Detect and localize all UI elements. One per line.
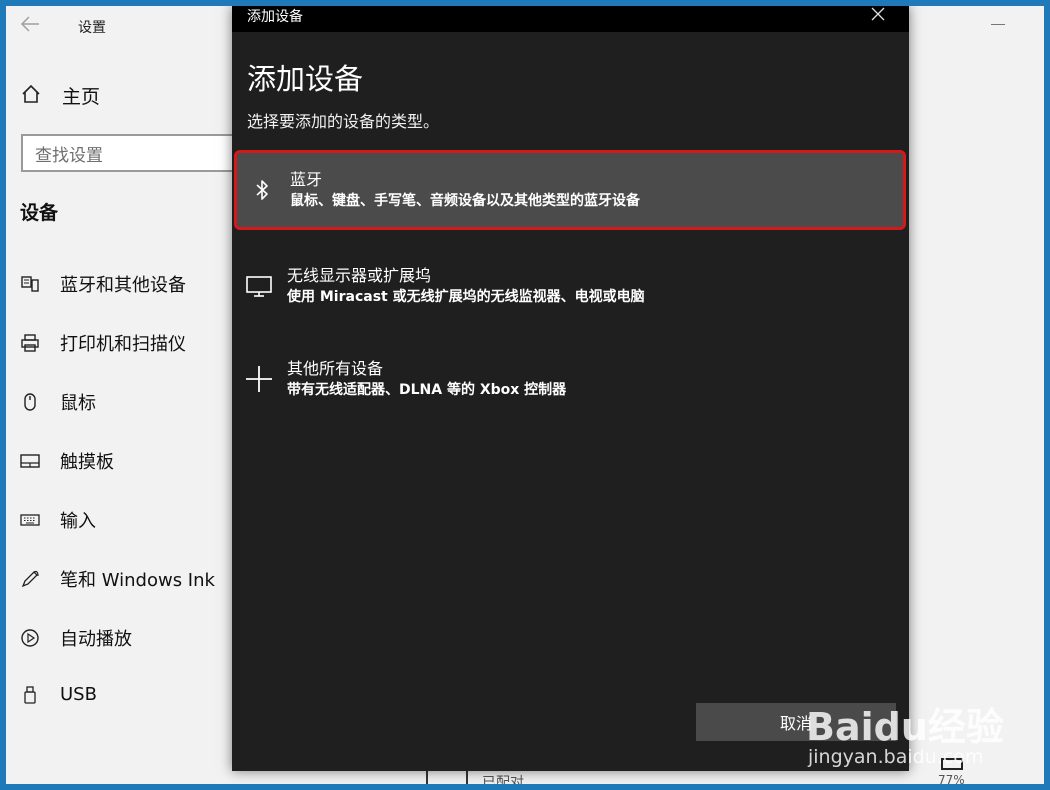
sidebar-item-label: 输入 — [60, 511, 96, 532]
app-title: 设置 — [78, 20, 106, 36]
plus-icon — [234, 365, 284, 393]
bluetooth-icon — [237, 176, 287, 204]
sidebar-item-label: 蓝牙和其他设备 — [60, 275, 186, 296]
sidebar-item-label: 自动播放 — [60, 629, 132, 650]
bluetooth-devices-icon — [20, 274, 40, 294]
printer-icon — [20, 333, 40, 353]
search-input[interactable]: 查找设置 — [21, 134, 251, 172]
sidebar-item-printers[interactable]: 打印机和扫描仪 — [20, 330, 186, 356]
option-title: 无线显示器或扩展坞 — [287, 266, 432, 285]
back-button[interactable] — [20, 16, 44, 36]
dialog-heading: 添加设备 — [247, 62, 364, 96]
sidebar-item-label: 鼠标 — [60, 393, 96, 414]
sidebar-item-autoplay[interactable]: 自动播放 — [20, 625, 132, 651]
option-description: 使用 Miracast 或无线扩展坞的无线监视器、电视或电脑 — [287, 289, 645, 305]
watermark-url: jingyan.baidu.com — [808, 746, 984, 768]
keyboard-icon — [20, 510, 40, 530]
home-icon — [20, 83, 42, 109]
back-arrow-icon — [20, 16, 39, 32]
baidu-watermark: Baidu经验 jingyan.baidu.com — [806, 682, 1006, 777]
sidebar-item-label: 笔和 Windows Ink — [60, 570, 215, 591]
sidebar-item-usb[interactable]: USB — [20, 684, 97, 705]
watermark-logo: Baidu经验 — [806, 705, 1004, 749]
device-status: 已配对 — [482, 775, 524, 784]
close-icon — [871, 7, 885, 21]
touchpad-icon — [20, 451, 40, 471]
home-label: 主页 — [62, 86, 101, 108]
sidebar-item-label: 触摸板 — [60, 452, 114, 473]
sidebar-item-typing[interactable]: 输入 — [20, 507, 96, 533]
add-device-dialog: 添加设备 添加设备 选择要添加的设备的类型。 蓝牙 鼠标、键盘、手写笔、音频设备… — [232, 6, 909, 771]
option-description: 鼠标、键盘、手写笔、音频设备以及其他类型的蓝牙设备 — [290, 193, 640, 209]
sidebar-item-mouse[interactable]: 鼠标 — [20, 389, 96, 415]
minimize-button[interactable] — [991, 24, 1005, 25]
close-button[interactable] — [871, 6, 891, 26]
sidebar-item-label: USB — [60, 684, 97, 705]
sidebar-item-pen[interactable]: 笔和 Windows Ink — [20, 566, 215, 592]
option-bluetooth[interactable]: 蓝牙 鼠标、键盘、手写笔、音频设备以及其他类型的蓝牙设备 — [234, 150, 906, 230]
sidebar-item-bluetooth[interactable]: 蓝牙和其他设备 — [20, 271, 186, 297]
sidebar-item-home[interactable]: 主页 — [20, 82, 100, 109]
option-other-devices[interactable]: 其他所有设备 带有无线适配器、DLNA 等的 Xbox 控制器 — [234, 339, 906, 419]
autoplay-icon — [20, 628, 40, 648]
mouse-icon — [20, 392, 40, 412]
sidebar-item-touchpad[interactable]: 触摸板 — [20, 448, 114, 474]
dialog-titlebar-text: 添加设备 — [247, 9, 303, 25]
usb-icon — [20, 685, 40, 705]
dialog-titlebar: 添加设备 — [232, 6, 909, 32]
sidebar-item-label: 打印机和扫描仪 — [60, 334, 186, 355]
monitor-icon — [234, 272, 284, 300]
section-title: 设备 — [20, 202, 59, 224]
option-title: 其他所有设备 — [287, 359, 384, 378]
search-placeholder: 查找设置 — [35, 145, 103, 166]
dialog-subtitle: 选择要添加的设备的类型。 — [247, 112, 440, 131]
option-wireless-display[interactable]: 无线显示器或扩展坞 使用 Miracast 或无线扩展坞的无线监视器、电视或电脑 — [234, 246, 906, 326]
option-title: 蓝牙 — [290, 170, 323, 189]
settings-window: 设置 主页 查找设置 设备 蓝牙和其他设备 打印机和扫描仪 鼠标 触摸板 输入 … — [6, 6, 1044, 784]
pen-icon — [20, 569, 40, 589]
option-description: 带有无线适配器、DLNA 等的 Xbox 控制器 — [287, 382, 567, 398]
